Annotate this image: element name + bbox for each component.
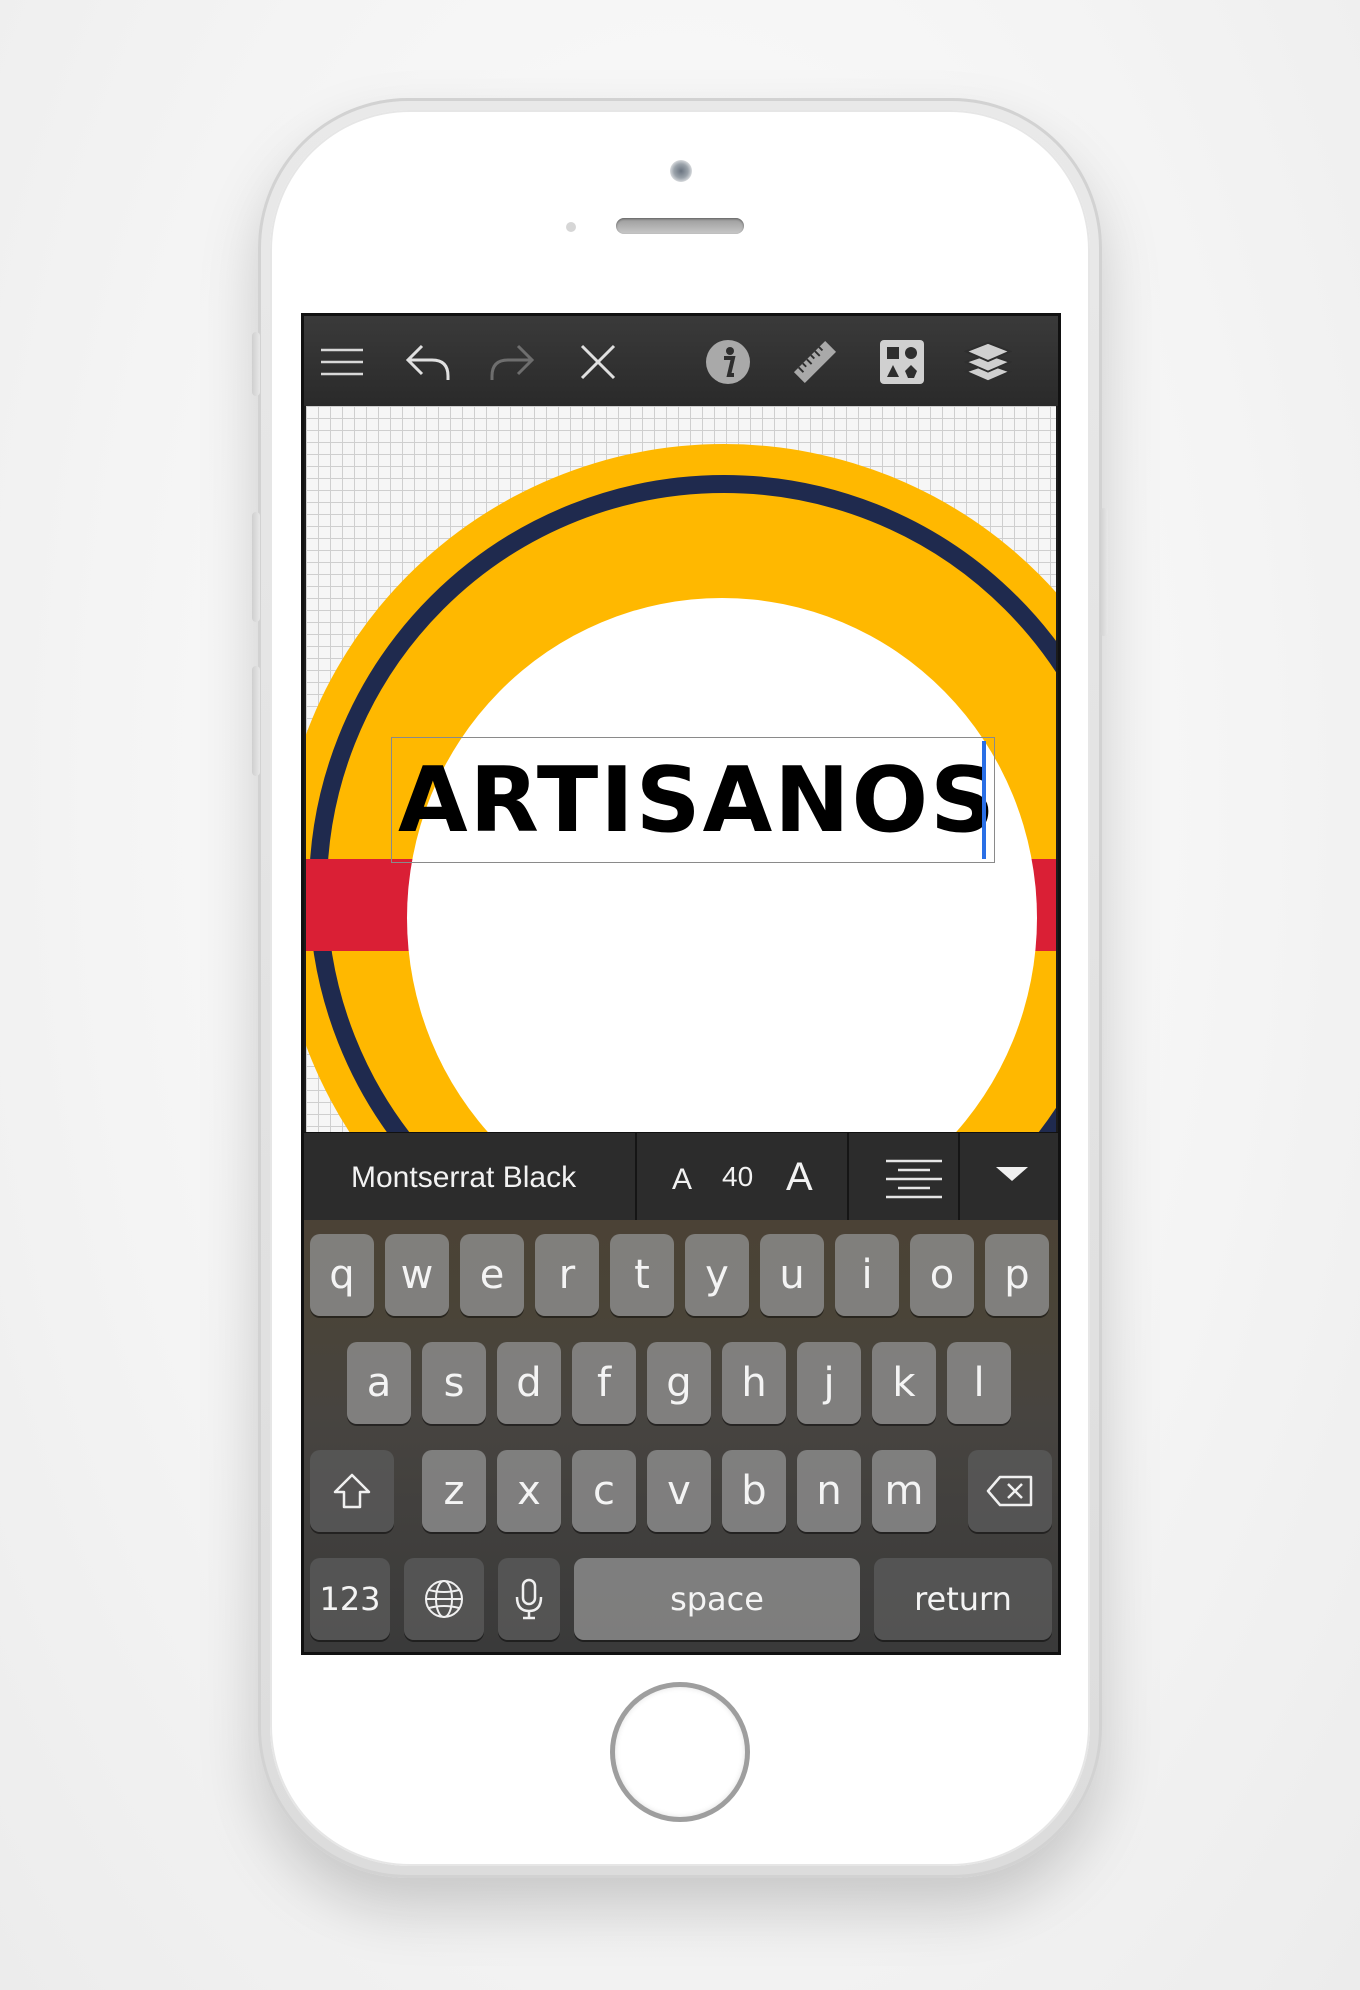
- key-c[interactable]: c: [572, 1450, 636, 1532]
- chevron-down-icon[interactable]: [992, 1163, 1032, 1187]
- decrease-size-button[interactable]: A: [672, 1163, 692, 1197]
- key-o[interactable]: o: [910, 1234, 974, 1316]
- volume-up-button: [252, 512, 260, 622]
- key-u[interactable]: u: [760, 1234, 824, 1316]
- redo-icon[interactable]: [488, 338, 536, 386]
- key-z[interactable]: z: [422, 1450, 486, 1532]
- design-canvas[interactable]: ARTISANOS: [306, 406, 1056, 1132]
- artwork-text[interactable]: ARTISANOS: [398, 756, 997, 846]
- increase-size-button[interactable]: A: [786, 1155, 813, 1200]
- globe-icon: [425, 1580, 463, 1618]
- key-i[interactable]: i: [835, 1234, 899, 1316]
- mute-switch: [252, 332, 260, 396]
- key-p[interactable]: p: [985, 1234, 1049, 1316]
- info-icon[interactable]: [704, 338, 752, 386]
- align-center-icon[interactable]: [872, 1157, 956, 1199]
- ruler-icon[interactable]: [791, 338, 839, 386]
- key-f[interactable]: f: [572, 1342, 636, 1424]
- numbers-key[interactable]: 123: [310, 1558, 390, 1640]
- key-s[interactable]: s: [422, 1342, 486, 1424]
- backspace-icon: [986, 1475, 1033, 1507]
- shapes-icon[interactable]: [878, 338, 926, 386]
- key-y[interactable]: y: [685, 1234, 749, 1316]
- onscreen-keyboard: q w e r t y u i o p a s d f g h j k l z …: [304, 1220, 1058, 1652]
- close-icon[interactable]: [574, 338, 622, 386]
- globe-key[interactable]: [404, 1558, 484, 1640]
- key-w[interactable]: w: [385, 1234, 449, 1316]
- shift-icon: [333, 1473, 371, 1509]
- backspace-key[interactable]: [968, 1450, 1052, 1532]
- key-d[interactable]: d: [497, 1342, 561, 1424]
- front-camera: [670, 160, 692, 182]
- menu-icon[interactable]: [318, 338, 366, 386]
- key-l[interactable]: l: [947, 1342, 1011, 1424]
- key-m[interactable]: m: [872, 1450, 936, 1532]
- key-g[interactable]: g: [647, 1342, 711, 1424]
- space-key[interactable]: space: [574, 1558, 860, 1640]
- key-n[interactable]: n: [797, 1450, 861, 1532]
- return-key[interactable]: return: [874, 1558, 1052, 1640]
- home-button[interactable]: [610, 1682, 750, 1822]
- shift-key[interactable]: [310, 1450, 394, 1532]
- microphone-icon: [515, 1578, 543, 1620]
- layers-icon[interactable]: [964, 338, 1012, 386]
- key-q[interactable]: q: [310, 1234, 374, 1316]
- key-k[interactable]: k: [872, 1342, 936, 1424]
- key-v[interactable]: v: [647, 1450, 711, 1532]
- key-e[interactable]: e: [460, 1234, 524, 1316]
- key-b[interactable]: b: [722, 1450, 786, 1532]
- font-toolbar: Montserrat Black A 40 A: [304, 1132, 1058, 1221]
- top-toolbar: [304, 316, 1058, 406]
- key-h[interactable]: h: [722, 1342, 786, 1424]
- font-size-value[interactable]: 40: [722, 1161, 753, 1193]
- dictation-key[interactable]: [498, 1558, 560, 1640]
- undo-icon[interactable]: [404, 338, 452, 386]
- volume-down-button: [252, 666, 260, 776]
- proximity-sensor: [566, 222, 576, 232]
- font-name-selector[interactable]: Montserrat Black: [351, 1161, 576, 1195]
- earpiece-speaker: [616, 218, 744, 234]
- app-screen: ARTISANOS Montserrat Black A 40 A q w e …: [301, 313, 1061, 1655]
- key-j[interactable]: j: [797, 1342, 861, 1424]
- key-x[interactable]: x: [497, 1450, 561, 1532]
- key-r[interactable]: r: [535, 1234, 599, 1316]
- key-a[interactable]: a: [347, 1342, 411, 1424]
- text-caret: [982, 741, 986, 859]
- key-t[interactable]: t: [610, 1234, 674, 1316]
- power-button: [1100, 508, 1108, 636]
